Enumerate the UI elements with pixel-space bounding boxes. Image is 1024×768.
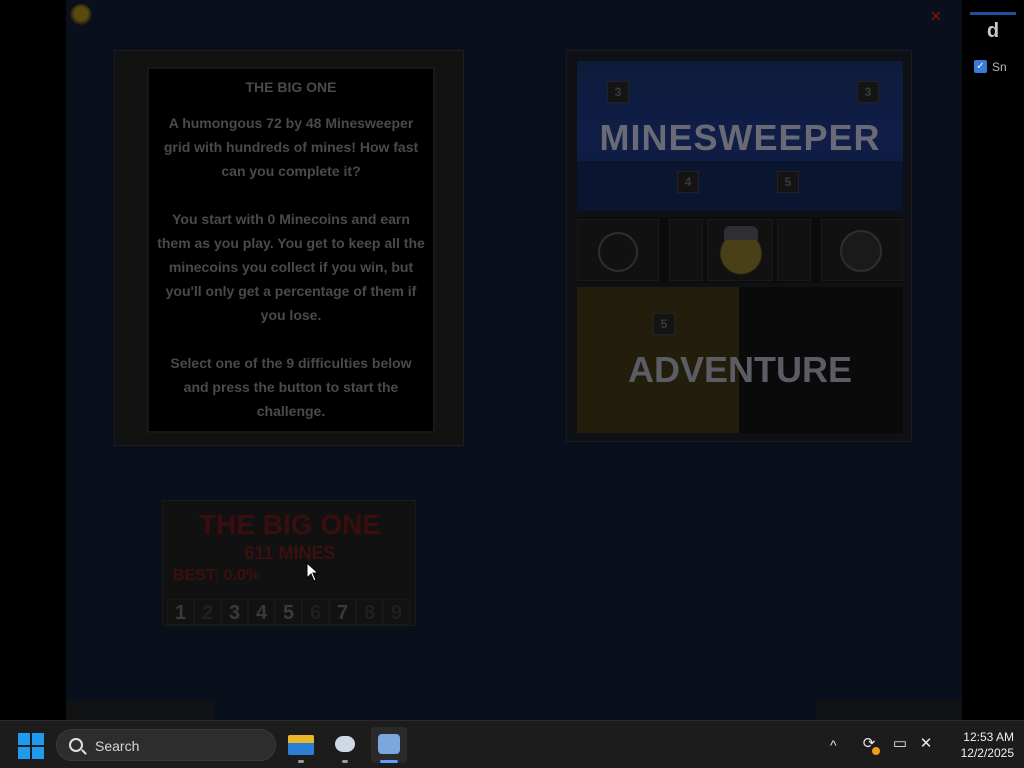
- title-banner-bottom: 5 ADVENTURE: [577, 287, 903, 433]
- captain-hat-icon: [724, 226, 758, 240]
- number-tile: 4: [677, 171, 699, 193]
- difficulty-8-button[interactable]: 8: [356, 599, 383, 625]
- description-paragraph-1: A humongous 72 by 48 Minesweeper grid wi…: [163, 115, 419, 179]
- search-icon: [69, 738, 83, 752]
- app-button-2[interactable]: [327, 727, 363, 763]
- difficulty-9-button[interactable]: 9: [383, 599, 410, 625]
- difficulty-7-button[interactable]: 7: [329, 599, 356, 625]
- mouse-cursor-icon: [306, 562, 318, 582]
- side-panel-heading: d: [986, 20, 1000, 42]
- close-menu-icon[interactable]: ✕: [930, 8, 952, 30]
- captain-cell: [707, 219, 773, 281]
- left-margin: [0, 0, 66, 720]
- number-tile: 3: [857, 81, 879, 103]
- captain-face-icon: [718, 226, 764, 276]
- difficulty-4-button[interactable]: 4: [248, 599, 275, 625]
- adventure-title: ADVENTURE: [627, 349, 852, 390]
- start-challenge-button[interactable]: THE BIG ONE 611 MINES BEST: 0.0% 1 2 3 4…: [162, 500, 416, 626]
- difficulty-1-button[interactable]: 1: [167, 599, 194, 625]
- coin-icon[interactable]: [70, 4, 92, 26]
- challenge-title: THE BIG ONE: [198, 509, 381, 540]
- difficulty-3-button[interactable]: 3: [221, 599, 248, 625]
- minesweeper-title: MINESWEEPER: [599, 117, 881, 158]
- clock-time: 12:53 AM: [963, 730, 1014, 744]
- clock-icon: [840, 230, 882, 272]
- side-panel: d ✓ Sn: [962, 0, 1024, 720]
- compass-cell: [577, 219, 659, 281]
- description-paragraph-3: Select one of the 9 difficulties below a…: [170, 355, 412, 419]
- display-icon[interactable]: ▭: [891, 735, 909, 753]
- description-text-box: THE BIG ONE A humongous 72 by 48 Mineswe…: [147, 67, 435, 433]
- windows-logo-tile: [32, 733, 44, 745]
- active-indicator: [380, 760, 398, 763]
- sync-icon[interactable]: ⟳: [860, 735, 880, 755]
- windows-logo-tile: [18, 747, 30, 759]
- title-hud-strip: [577, 217, 903, 283]
- running-indicator: [298, 760, 304, 763]
- start-button[interactable]: [18, 733, 44, 759]
- windows-logo-tile: [18, 733, 30, 745]
- bottom-right-strip: [816, 700, 962, 720]
- search-label: Search: [95, 738, 140, 754]
- difficulty-2-button[interactable]: 2: [194, 599, 221, 625]
- number-tile: 5: [653, 313, 675, 335]
- taskbar-search[interactable]: Search: [56, 729, 276, 761]
- description-title: THE BIG ONE: [245, 79, 337, 95]
- taskbar: Search ^ ⟳ ▭ ✕ 12:53 AM 12/2/2025: [0, 720, 1024, 768]
- difficulty-6-button[interactable]: 6: [302, 599, 329, 625]
- cloud-app-icon: [335, 736, 355, 752]
- taskbar-clock[interactable]: 12:53 AM 12/2/2025: [944, 729, 1014, 761]
- challenge-description-panel: THE BIG ONE A humongous 72 by 48 Mineswe…: [114, 50, 464, 446]
- description-paragraph-2: You start with 0 Minecoins and earn them…: [157, 211, 425, 323]
- bottom-left-strip: [66, 700, 214, 720]
- running-indicator: [342, 760, 348, 763]
- game-app-button[interactable]: [371, 727, 407, 763]
- title-stripe: [577, 161, 903, 211]
- speaker-muted-icon[interactable]: ✕: [917, 735, 935, 753]
- checkbox-label: Sn: [992, 60, 1007, 74]
- warning-badge: [872, 747, 880, 755]
- clock-cell: [821, 219, 903, 281]
- hud-slot: [669, 219, 703, 281]
- compass-icon: [598, 232, 638, 272]
- title-banner-top: MINESWEEPER 3 3 4 5: [577, 61, 903, 211]
- game-title-image: MINESWEEPER 3 3 4 5 5 ADVENTURE: [566, 50, 912, 442]
- best-score: BEST: 0.0%: [173, 567, 261, 584]
- side-panel-accent-bar: [970, 12, 1016, 15]
- screen: ✕ THE BIG ONE A humongous 72 by 48 Mines…: [0, 0, 1024, 768]
- coin-slot: [777, 219, 811, 281]
- difficulty-selector: 1 2 3 4 5 6 7 8 9: [167, 599, 413, 625]
- chevron-up-icon[interactable]: ^: [830, 737, 837, 753]
- windows-logo-tile: [32, 747, 44, 759]
- file-explorer-button[interactable]: [283, 727, 319, 763]
- difficulty-5-button[interactable]: 5: [275, 599, 302, 625]
- number-tile: 3: [607, 81, 629, 103]
- number-tile: 5: [777, 171, 799, 193]
- checkbox[interactable]: ✓: [974, 60, 987, 73]
- mine-count: 611 MINES: [244, 543, 336, 563]
- clock-date: 12/2/2025: [960, 746, 1014, 760]
- game-app-icon: [378, 734, 400, 754]
